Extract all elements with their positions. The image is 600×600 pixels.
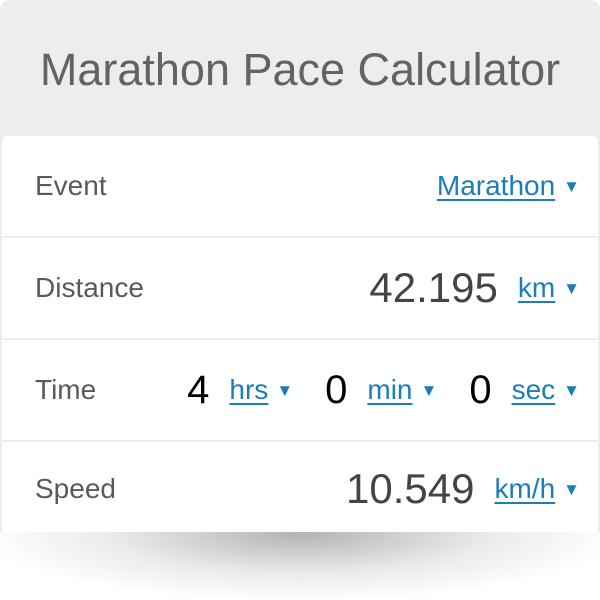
distance-label: Distance: [35, 272, 144, 303]
time-inputs: 4 hrs ▼ 0 min ▼ 0 sec ▼: [187, 368, 580, 413]
calculator-card: Marathon Pace Calculator Event Marathon ▼…: [0, 0, 600, 532]
seconds-unit-select[interactable]: sec ▼: [512, 374, 580, 406]
caret-down-icon: ▼: [563, 480, 580, 499]
distance-unit-select[interactable]: km ▼: [518, 272, 580, 304]
distance-input[interactable]: 42.195: [369, 264, 497, 312]
speed-unit-value: km/h: [494, 473, 556, 504]
hours-unit-value: hrs: [229, 374, 269, 405]
event-label: Event: [35, 170, 107, 201]
time-label: Time: [35, 374, 97, 405]
caret-down-icon: ▼: [563, 177, 580, 196]
seconds-input[interactable]: 0: [469, 368, 491, 413]
row-time: Time 4 hrs ▼ 0 min ▼ 0 sec ▼: [2, 340, 598, 440]
speed-unit-select[interactable]: km/h ▼: [494, 473, 580, 505]
seconds-unit-value: sec: [511, 374, 556, 405]
page-title: Marathon Pace Calculator: [39, 44, 561, 95]
caret-down-icon: ▼: [563, 381, 580, 400]
speed-input[interactable]: 10.549: [346, 465, 474, 513]
minutes-unit-value: min: [367, 374, 413, 405]
caret-down-icon: ▼: [420, 381, 438, 400]
row-speed: Speed 10.549 km/h ▼: [2, 442, 598, 532]
row-event: Event Marathon ▼: [2, 136, 598, 236]
calculator-rows: Event Marathon ▼ Distance 42.195 km ▼ Time…: [2, 136, 598, 532]
event-select[interactable]: Marathon ▼: [437, 170, 580, 202]
minutes-input[interactable]: 0: [325, 368, 347, 413]
row-distance: Distance 42.195 km ▼: [2, 238, 598, 338]
caret-down-icon: ▼: [563, 279, 580, 298]
event-select-value: Marathon: [436, 170, 556, 201]
minutes-unit-select[interactable]: min ▼: [367, 374, 437, 406]
caret-down-icon: ▼: [276, 381, 294, 400]
hours-unit-select[interactable]: hrs ▼: [229, 374, 293, 406]
distance-unit-value: km: [517, 272, 556, 303]
hours-input[interactable]: 4: [187, 368, 209, 413]
speed-label: Speed: [35, 473, 116, 504]
card-shadow: [0, 532, 600, 600]
calculator-header: Marathon Pace Calculator: [0, 0, 600, 136]
